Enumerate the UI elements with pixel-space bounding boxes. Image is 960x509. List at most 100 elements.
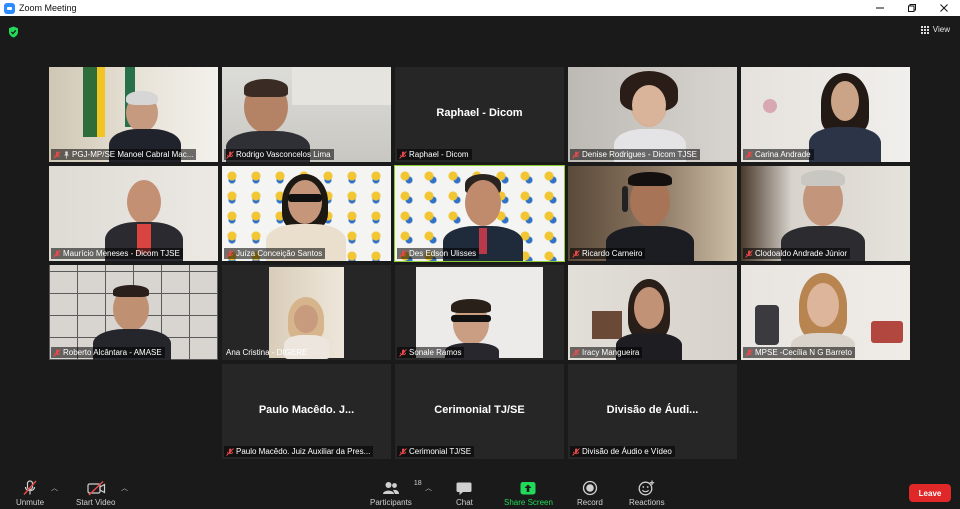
reactions-smiley-icon xyxy=(638,480,655,496)
participant-name: Des Edson Ulisses xyxy=(409,249,477,258)
participant-display-name: Raphael - Dicom xyxy=(436,107,523,119)
participant-name-label: Ana Cristina - DIGERE xyxy=(224,347,310,358)
video-grid: PGJ-MP/SE Manoel Cabral Mac... Rodrigo V… xyxy=(49,67,911,461)
leave-button[interactable]: Leave xyxy=(909,484,951,502)
participant-display-name: Divisão de Áudi... xyxy=(606,404,699,416)
participant-tile[interactable]: Juíza Conceição Santos xyxy=(222,166,391,261)
chat-label: Chat xyxy=(456,498,473,507)
record-label: Record xyxy=(577,498,603,507)
participant-tile[interactable]: Ricardo Carneiro xyxy=(568,166,737,261)
chat-bubble-icon xyxy=(456,482,472,495)
participant-tile[interactable]: Clodoaldo Andrade Júnior xyxy=(741,166,910,261)
muted-mic-icon xyxy=(53,150,61,159)
participant-name-label: Juíza Conceição Santos xyxy=(224,248,326,259)
reactions-button[interactable]: Reactions xyxy=(629,480,665,507)
muted-mic-icon xyxy=(399,348,407,357)
maximize-button[interactable] xyxy=(896,0,928,16)
restore-icon xyxy=(908,4,916,12)
participant-tile[interactable]: Raphael - Dicom Raphael - Dicom xyxy=(395,67,564,162)
participant-tile[interactable]: Ana Cristina - DIGERE xyxy=(222,265,391,360)
participant-name-label: Iracy Mangueira xyxy=(570,347,643,358)
participant-name: Raphael - Dicom xyxy=(409,150,469,159)
meeting-area: View PGJ-MP/SE Manoel Cabral Mac... Rodr… xyxy=(0,16,960,478)
participant-name: Cerimonial TJ/SE xyxy=(409,447,472,456)
participant-tile[interactable]: Maurício Meneses - Dicom TJSE xyxy=(49,166,218,261)
participant-tile[interactable]: PGJ-MP/SE Manoel Cabral Mac... xyxy=(49,67,218,162)
share-screen-button[interactable]: Share Screen xyxy=(504,480,553,507)
muted-mic-icon xyxy=(399,150,407,159)
participant-name-label: Paulo Macêdo. Juiz Auxiliar da Pres... xyxy=(224,446,374,457)
minimize-button[interactable] xyxy=(864,0,896,16)
muted-mic-icon xyxy=(745,249,753,258)
video-off-icon xyxy=(87,480,105,496)
close-button[interactable] xyxy=(928,0,960,16)
participant-tile[interactable]: Carina Andrade xyxy=(741,67,910,162)
start-video-button[interactable]: Start Video xyxy=(76,480,115,507)
muted-mic-icon xyxy=(745,150,753,159)
participant-name: Maurício Meneses - Dicom TJSE xyxy=(63,249,180,258)
grid-view-icon xyxy=(920,25,929,34)
record-button[interactable]: Record xyxy=(577,480,603,507)
participant-tile[interactable]: MPSE -Cecília N G Barreto xyxy=(741,265,910,360)
start-video-label: Start Video xyxy=(76,498,116,507)
participant-name-label: Maurício Meneses - Dicom TJSE xyxy=(51,248,183,259)
participant-tile[interactable]: Denise Rodrigues - Dicom TJSE xyxy=(568,67,737,162)
participants-count: 18 xyxy=(413,480,422,487)
pin-icon xyxy=(64,151,69,158)
muted-mic-icon xyxy=(226,447,234,456)
participant-name-label: PGJ-MP/SE Manoel Cabral Mac... xyxy=(51,149,197,160)
muted-mic-icon xyxy=(572,348,580,357)
participant-name: Roberto Alcântara - AMASE xyxy=(63,348,162,357)
close-icon xyxy=(940,4,948,12)
participant-tile[interactable]: Roberto Alcântara - AMASE xyxy=(49,265,218,360)
participant-name: Iracy Mangueira xyxy=(582,348,640,357)
participant-tile[interactable]: Divisão de Áudi... Divisão de Áudio e Ví… xyxy=(568,364,737,459)
muted-mic-icon xyxy=(572,150,580,159)
view-label: View xyxy=(932,25,950,34)
muted-mic-icon xyxy=(226,249,234,258)
unmute-label: Unmute xyxy=(16,498,45,507)
participant-tile-active-speaker[interactable]: Des Edson Ulisses xyxy=(394,165,565,262)
participant-name-label: Ricardo Carneiro xyxy=(570,248,646,259)
participant-display-name: Cerimonial TJ/SE xyxy=(434,404,525,416)
participant-name-label: MPSE -Cecília N G Barreto xyxy=(743,347,855,358)
audio-options-caret-icon[interactable]: ︿ xyxy=(51,483,58,493)
participants-button[interactable]: 18 Participants xyxy=(370,480,422,507)
participant-name: Divisão de Áudio e Vídeo xyxy=(582,447,672,456)
participant-name-label: Sonale Ramos xyxy=(397,347,465,358)
window-titlebar: Zoom Meeting xyxy=(0,0,960,16)
participant-name: MPSE -Cecília N G Barreto xyxy=(755,348,852,357)
unmute-button[interactable]: Unmute xyxy=(16,480,44,507)
share-screen-label: Share Screen xyxy=(504,498,553,507)
participant-name: Denise Rodrigues - Dicom TJSE xyxy=(582,150,698,159)
participant-tile[interactable]: Rodrigo Vasconcelos Lima xyxy=(222,67,391,162)
participant-name-label: Des Edson Ulisses xyxy=(397,248,480,259)
record-icon xyxy=(582,480,598,496)
muted-mic-icon xyxy=(53,348,61,357)
participant-name-label: Roberto Alcântara - AMASE xyxy=(51,347,165,358)
participant-tile[interactable]: Paulo Macêdo. J... Paulo Macêdo. Juiz Au… xyxy=(222,364,391,459)
participant-tile[interactable]: Sonale Ramos xyxy=(395,265,564,360)
participant-display-name: Paulo Macêdo. J... xyxy=(258,404,355,416)
participant-name-label: Carina Andrade xyxy=(743,149,814,160)
window-title: Zoom Meeting xyxy=(19,3,77,13)
participant-name: Paulo Macêdo. Juiz Auxiliar da Pres... xyxy=(236,447,371,456)
muted-mic-icon xyxy=(572,447,580,456)
window-controls xyxy=(864,0,960,16)
participant-tile[interactable]: Cerimonial TJ/SE Cerimonial TJ/SE xyxy=(395,364,564,459)
participant-name: Ana Cristina - DIGERE xyxy=(226,348,308,357)
participant-name: Rodrigo Vasconcelos Lima xyxy=(236,150,331,159)
participant-name-label: Cerimonial TJ/SE xyxy=(397,446,475,457)
encryption-shield-icon[interactable] xyxy=(8,25,19,43)
participant-name: Clodoaldo Andrade Júnior xyxy=(755,249,848,258)
chat-button[interactable]: Chat xyxy=(456,480,473,507)
muted-mic-icon xyxy=(399,447,407,456)
participants-options-caret-icon[interactable]: ︿ xyxy=(425,483,432,493)
participant-name: Sonale Ramos xyxy=(409,348,462,357)
video-options-caret-icon[interactable]: ︿ xyxy=(121,483,128,493)
participant-tile[interactable]: Iracy Mangueira xyxy=(568,265,737,360)
participant-name-label: Rodrigo Vasconcelos Lima xyxy=(224,149,334,160)
participants-label: Participants xyxy=(370,498,412,507)
share-screen-icon xyxy=(520,481,536,494)
view-button[interactable]: View xyxy=(920,25,950,34)
